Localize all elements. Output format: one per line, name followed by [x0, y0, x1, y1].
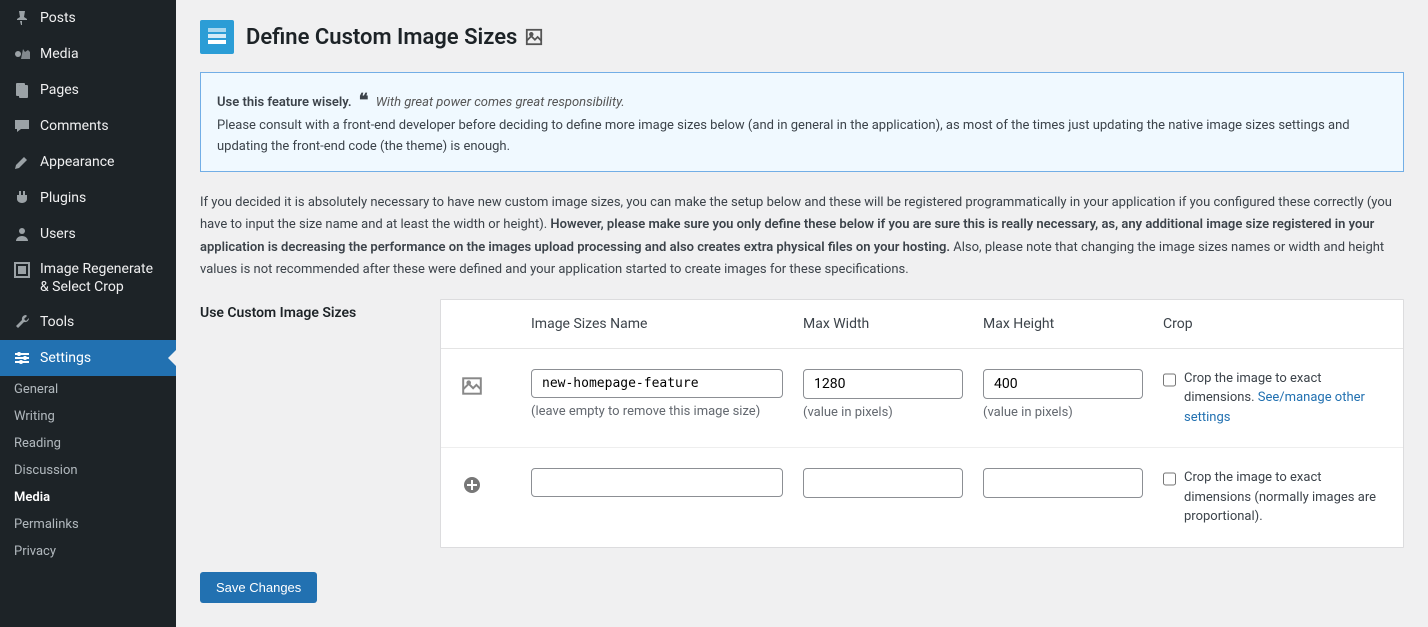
sidebar-item-posts[interactable]: Posts: [0, 0, 176, 36]
table-head: Image Sizes Name Max Width Max Height Cr…: [441, 300, 1403, 349]
pages-icon: [12, 80, 32, 100]
notice-body: Please consult with a front-end develope…: [217, 118, 1350, 154]
sidebar-item-pages[interactable]: Pages: [0, 72, 176, 108]
sidebar-item-image-regenerate[interactable]: Image Regenerate & Select Crop: [0, 252, 176, 304]
brush-icon: [12, 152, 32, 172]
intro-paragraph: If you decided it is absolutely necessar…: [200, 192, 1404, 280]
sidebar-item-plugins[interactable]: Plugins: [0, 180, 176, 216]
sidebar-item-label: Posts: [40, 10, 76, 26]
sidebar-item-label: Tools: [40, 314, 74, 330]
col-width: Max Width: [803, 316, 963, 332]
col-crop: Crop: [1163, 316, 1383, 332]
sidebar-item-label: Plugins: [40, 190, 86, 206]
crop-checkbox[interactable]: [1163, 471, 1176, 487]
sidebar-item-label: Users: [40, 226, 76, 242]
hint-px: (value in pixels): [983, 405, 1143, 420]
size-height-input[interactable]: [983, 468, 1143, 498]
sidebar-sub-writing[interactable]: Writing: [0, 403, 176, 430]
col-name: Image Sizes Name: [531, 316, 783, 332]
table-row: (leave empty to remove this image size) …: [441, 349, 1403, 449]
sidebar-item-label: Appearance: [40, 154, 114, 170]
media-icon: [12, 44, 32, 64]
hint-name: (leave empty to remove this image size): [531, 404, 783, 419]
sidebar-sub-general[interactable]: General: [0, 376, 176, 403]
sidebar-item-media[interactable]: Media: [0, 36, 176, 72]
table-row: Crop the image to exact dimensions (norm…: [441, 448, 1403, 547]
sidebar-sub-reading[interactable]: Reading: [0, 430, 176, 457]
sizes-table: Image Sizes Name Max Width Max Height Cr…: [440, 299, 1404, 548]
hint-px: (value in pixels): [803, 405, 963, 420]
size-width-input[interactable]: [803, 468, 963, 498]
quote-left-icon: ❝: [355, 90, 373, 111]
notice-lead: Use this feature wisely.: [217, 95, 352, 110]
comment-icon: [12, 116, 32, 136]
plugin-logo-icon: [200, 20, 234, 54]
sidebar-item-comments[interactable]: Comments: [0, 108, 176, 144]
sidebar-sub-media[interactable]: Media: [0, 484, 176, 511]
sidebar-item-label: Image Regenerate & Select Crop: [40, 260, 164, 296]
sidebar-item-appearance[interactable]: Appearance: [0, 144, 176, 180]
save-button[interactable]: Save Changes: [200, 572, 317, 603]
main-content: Define Custom Image Sizes Use this featu…: [176, 0, 1428, 627]
sidebar-sub-privacy[interactable]: Privacy: [0, 538, 176, 565]
section-label: Use Custom Image Sizes: [200, 299, 400, 548]
crop-icon: [12, 260, 32, 280]
sidebar-item-label: Media: [40, 46, 79, 62]
size-width-input[interactable]: [803, 369, 963, 399]
sidebar-sub-permalinks[interactable]: Permalinks: [0, 511, 176, 538]
notice-quote: With great power comes great responsibil…: [376, 95, 625, 110]
crop-label: Crop the image to exact dimensions (norm…: [1184, 468, 1383, 527]
pin-icon: [12, 8, 32, 28]
plug-icon: [12, 188, 32, 208]
col-height: Max Height: [983, 316, 1143, 332]
add-icon: [461, 474, 483, 496]
sidebar-item-label: Settings: [40, 350, 91, 366]
size-height-input[interactable]: [983, 369, 1143, 399]
admin-sidebar: Posts Media Pages Comments Appearance Pl…: [0, 0, 176, 627]
page-heading: Define Custom Image Sizes: [200, 20, 1404, 54]
notice-box: Use this feature wisely. ❝ With great po…: [200, 72, 1404, 172]
user-icon: [12, 224, 32, 244]
sidebar-item-tools[interactable]: Tools: [0, 304, 176, 340]
sliders-icon: [12, 348, 32, 368]
sidebar-item-settings[interactable]: Settings: [0, 340, 176, 376]
sidebar-item-label: Pages: [40, 82, 79, 98]
size-name-input[interactable]: [531, 468, 783, 497]
sidebar-item-users[interactable]: Users: [0, 216, 176, 252]
sidebar-item-label: Comments: [40, 118, 109, 134]
page-title: Define Custom Image Sizes: [246, 25, 543, 50]
size-name-input[interactable]: [531, 369, 783, 398]
image-frame-icon: [525, 28, 543, 46]
wrench-icon: [12, 312, 32, 332]
custom-sizes-section: Use Custom Image Sizes Image Sizes Name …: [200, 299, 1404, 548]
image-icon: [461, 375, 483, 397]
crop-checkbox[interactable]: [1163, 372, 1176, 388]
sidebar-sub-discussion[interactable]: Discussion: [0, 457, 176, 484]
